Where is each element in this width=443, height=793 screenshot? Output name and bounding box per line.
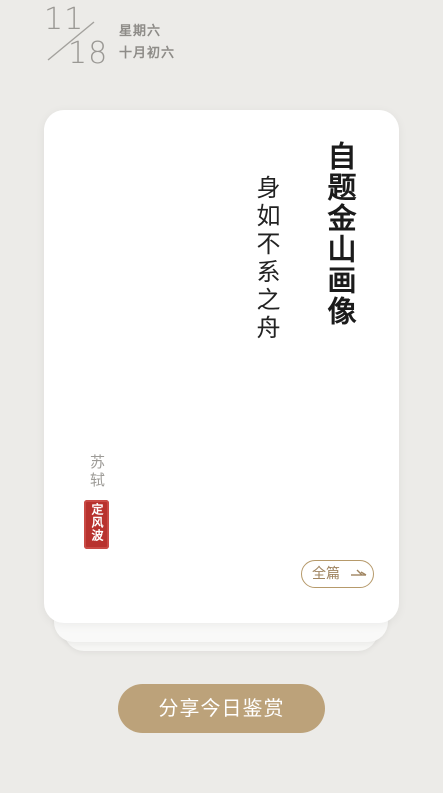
arrow-right-icon	[351, 569, 367, 576]
weekday-label: 星期六	[119, 24, 162, 39]
date-month-day: 18	[68, 36, 109, 71]
full-text-button[interactable]: 全篇	[301, 560, 374, 588]
full-text-button-label: 全篇	[312, 566, 340, 582]
poem-title: 自题金山画像	[323, 141, 357, 327]
seal-stamp: 定风波	[84, 500, 109, 549]
poem-of-the-day-screen: 11 18 星期六 十月初六 自题金山画像 身如不系之舟 苏轼 定风波 全篇 分…	[0, 0, 443, 793]
share-today-button[interactable]: 分享今日鉴赏	[118, 684, 325, 733]
seal-text: 定风波	[90, 503, 104, 542]
poem-verse: 身如不系之舟	[252, 175, 280, 343]
poem-author: 苏轼	[88, 454, 106, 490]
share-today-button-label: 分享今日鉴赏	[158, 696, 285, 720]
lunar-date-label: 十月初六	[119, 46, 176, 61]
